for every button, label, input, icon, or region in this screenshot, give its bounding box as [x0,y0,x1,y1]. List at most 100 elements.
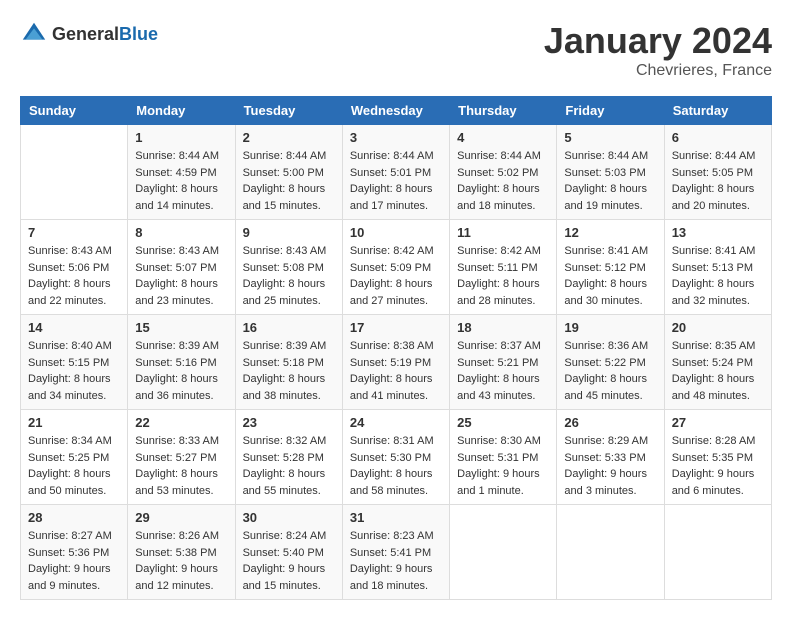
header-row: Sunday Monday Tuesday Wednesday Thursday… [21,97,772,125]
calendar-cell: 21 Sunrise: 8:34 AMSunset: 5:25 PMDaylig… [21,410,128,505]
calendar-cell: 9 Sunrise: 8:43 AMSunset: 5:08 PMDayligh… [235,220,342,315]
day-number: 15 [135,320,227,335]
calendar-cell: 23 Sunrise: 8:32 AMSunset: 5:28 PMDaylig… [235,410,342,505]
calendar-cell: 17 Sunrise: 8:38 AMSunset: 5:19 PMDaylig… [342,315,449,410]
day-info: Sunrise: 8:42 AMSunset: 5:11 PMDaylight:… [457,245,541,307]
calendar-row: 21 Sunrise: 8:34 AMSunset: 5:25 PMDaylig… [21,410,772,505]
calendar-cell: 4 Sunrise: 8:44 AMSunset: 5:02 PMDayligh… [450,125,557,220]
calendar-cell: 6 Sunrise: 8:44 AMSunset: 5:05 PMDayligh… [664,125,771,220]
day-number: 30 [243,510,335,525]
day-info: Sunrise: 8:43 AMSunset: 5:08 PMDaylight:… [243,245,327,307]
calendar-header: Sunday Monday Tuesday Wednesday Thursday… [21,97,772,125]
calendar-cell: 30 Sunrise: 8:24 AMSunset: 5:40 PMDaylig… [235,505,342,600]
day-info: Sunrise: 8:30 AMSunset: 5:31 PMDaylight:… [457,435,541,497]
calendar-cell: 31 Sunrise: 8:23 AMSunset: 5:41 PMDaylig… [342,505,449,600]
day-info: Sunrise: 8:44 AMSunset: 5:00 PMDaylight:… [243,150,327,212]
calendar-row: 28 Sunrise: 8:27 AMSunset: 5:36 PMDaylig… [21,505,772,600]
day-number: 4 [457,130,549,145]
day-number: 7 [28,225,120,240]
logo: GeneralBlue [20,20,158,48]
day-info: Sunrise: 8:35 AMSunset: 5:24 PMDaylight:… [672,340,756,402]
day-info: Sunrise: 8:34 AMSunset: 5:25 PMDaylight:… [28,435,112,497]
calendar-cell: 1 Sunrise: 8:44 AMSunset: 4:59 PMDayligh… [128,125,235,220]
calendar-cell: 5 Sunrise: 8:44 AMSunset: 5:03 PMDayligh… [557,125,664,220]
calendar-cell: 20 Sunrise: 8:35 AMSunset: 5:24 PMDaylig… [664,315,771,410]
day-number: 20 [672,320,764,335]
day-info: Sunrise: 8:32 AMSunset: 5:28 PMDaylight:… [243,435,327,497]
day-info: Sunrise: 8:41 AMSunset: 5:13 PMDaylight:… [672,245,756,307]
logo-icon [20,20,48,48]
calendar-cell [664,505,771,600]
calendar-cell [21,125,128,220]
day-info: Sunrise: 8:44 AMSunset: 5:02 PMDaylight:… [457,150,541,212]
calendar-cell: 25 Sunrise: 8:30 AMSunset: 5:31 PMDaylig… [450,410,557,505]
day-number: 31 [350,510,442,525]
day-number: 21 [28,415,120,430]
calendar-cell [450,505,557,600]
day-info: Sunrise: 8:31 AMSunset: 5:30 PMDaylight:… [350,435,434,497]
calendar-cell: 28 Sunrise: 8:27 AMSunset: 5:36 PMDaylig… [21,505,128,600]
day-number: 26 [564,415,656,430]
calendar-cell: 13 Sunrise: 8:41 AMSunset: 5:13 PMDaylig… [664,220,771,315]
day-number: 29 [135,510,227,525]
title-block: January 2024 Chevrieres, France [544,20,772,80]
day-number: 3 [350,130,442,145]
day-number: 12 [564,225,656,240]
day-number: 8 [135,225,227,240]
day-info: Sunrise: 8:40 AMSunset: 5:15 PMDaylight:… [28,340,112,402]
day-number: 18 [457,320,549,335]
calendar-table: Sunday Monday Tuesday Wednesday Thursday… [20,96,772,600]
calendar-cell: 26 Sunrise: 8:29 AMSunset: 5:33 PMDaylig… [557,410,664,505]
col-wednesday: Wednesday [342,97,449,125]
calendar-cell: 27 Sunrise: 8:28 AMSunset: 5:35 PMDaylig… [664,410,771,505]
day-info: Sunrise: 8:39 AMSunset: 5:16 PMDaylight:… [135,340,219,402]
day-number: 24 [350,415,442,430]
calendar-cell [557,505,664,600]
day-number: 22 [135,415,227,430]
day-number: 10 [350,225,442,240]
day-info: Sunrise: 8:44 AMSunset: 4:59 PMDaylight:… [135,150,219,212]
location-title: Chevrieres, France [544,62,772,80]
logo-text: GeneralBlue [52,24,158,45]
calendar-cell: 14 Sunrise: 8:40 AMSunset: 5:15 PMDaylig… [21,315,128,410]
day-number: 16 [243,320,335,335]
day-number: 28 [28,510,120,525]
col-thursday: Thursday [450,97,557,125]
day-number: 13 [672,225,764,240]
day-info: Sunrise: 8:44 AMSunset: 5:01 PMDaylight:… [350,150,434,212]
calendar-cell: 15 Sunrise: 8:39 AMSunset: 5:16 PMDaylig… [128,315,235,410]
calendar-cell: 3 Sunrise: 8:44 AMSunset: 5:01 PMDayligh… [342,125,449,220]
day-info: Sunrise: 8:37 AMSunset: 5:21 PMDaylight:… [457,340,541,402]
col-tuesday: Tuesday [235,97,342,125]
calendar-cell: 24 Sunrise: 8:31 AMSunset: 5:30 PMDaylig… [342,410,449,505]
col-monday: Monday [128,97,235,125]
calendar-row: 14 Sunrise: 8:40 AMSunset: 5:15 PMDaylig… [21,315,772,410]
day-info: Sunrise: 8:28 AMSunset: 5:35 PMDaylight:… [672,435,756,497]
day-info: Sunrise: 8:33 AMSunset: 5:27 PMDaylight:… [135,435,219,497]
calendar-cell: 18 Sunrise: 8:37 AMSunset: 5:21 PMDaylig… [450,315,557,410]
day-number: 17 [350,320,442,335]
calendar-cell: 16 Sunrise: 8:39 AMSunset: 5:18 PMDaylig… [235,315,342,410]
day-info: Sunrise: 8:43 AMSunset: 5:06 PMDaylight:… [28,245,112,307]
month-title: January 2024 [544,20,772,62]
day-info: Sunrise: 8:27 AMSunset: 5:36 PMDaylight:… [28,530,112,592]
page-header: GeneralBlue January 2024 Chevrieres, Fra… [20,20,772,80]
day-number: 2 [243,130,335,145]
calendar-cell: 2 Sunrise: 8:44 AMSunset: 5:00 PMDayligh… [235,125,342,220]
calendar-cell: 7 Sunrise: 8:43 AMSunset: 5:06 PMDayligh… [21,220,128,315]
day-info: Sunrise: 8:29 AMSunset: 5:33 PMDaylight:… [564,435,648,497]
calendar-cell: 11 Sunrise: 8:42 AMSunset: 5:11 PMDaylig… [450,220,557,315]
day-number: 27 [672,415,764,430]
calendar-cell: 29 Sunrise: 8:26 AMSunset: 5:38 PMDaylig… [128,505,235,600]
day-info: Sunrise: 8:44 AMSunset: 5:05 PMDaylight:… [672,150,756,212]
day-number: 11 [457,225,549,240]
calendar-body: 1 Sunrise: 8:44 AMSunset: 4:59 PMDayligh… [21,125,772,600]
col-friday: Friday [557,97,664,125]
calendar-cell: 22 Sunrise: 8:33 AMSunset: 5:27 PMDaylig… [128,410,235,505]
col-sunday: Sunday [21,97,128,125]
day-info: Sunrise: 8:26 AMSunset: 5:38 PMDaylight:… [135,530,219,592]
day-number: 23 [243,415,335,430]
day-info: Sunrise: 8:42 AMSunset: 5:09 PMDaylight:… [350,245,434,307]
day-info: Sunrise: 8:23 AMSunset: 5:41 PMDaylight:… [350,530,434,592]
calendar-row: 7 Sunrise: 8:43 AMSunset: 5:06 PMDayligh… [21,220,772,315]
